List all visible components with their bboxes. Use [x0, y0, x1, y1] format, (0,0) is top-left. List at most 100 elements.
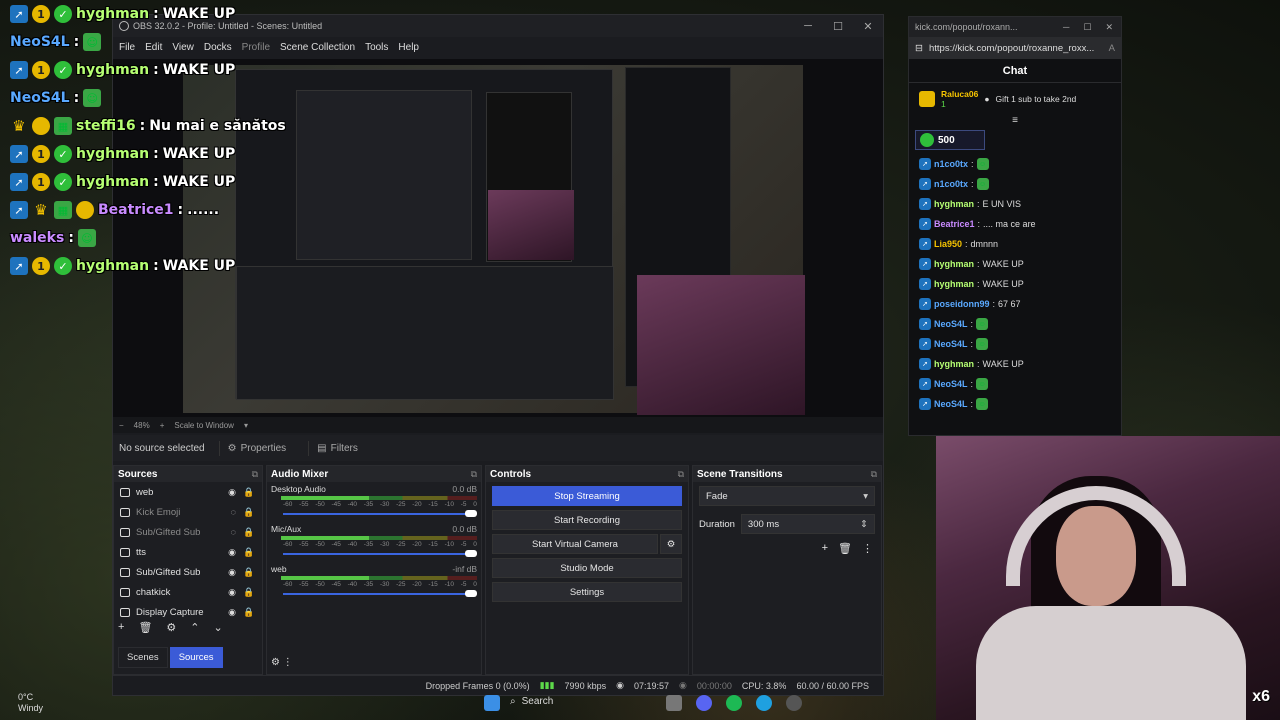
close-button[interactable]: ✕	[853, 20, 883, 33]
windows-start-icon[interactable]	[484, 695, 500, 711]
chat-colon: :	[970, 379, 974, 389]
virtual-camera-settings-button[interactable]: ⚙	[660, 534, 682, 554]
reader-icon[interactable]: A	[1109, 43, 1115, 54]
chat-username[interactable]: n1co0tx	[934, 179, 968, 189]
remove-source-button[interactable]: 🗑	[138, 621, 152, 634]
dock-float-icon[interactable]: ⧉	[678, 469, 684, 480]
move-up-button[interactable]: ⌃	[190, 621, 199, 634]
eye-icon[interactable]: ◉	[228, 587, 236, 598]
zoom-in-button[interactable]: +	[160, 421, 165, 430]
taskbar-search[interactable]: ⌕ Search	[510, 696, 553, 707]
chat-username[interactable]: poseidonn99	[934, 299, 990, 309]
lock-icon[interactable]: 🔒	[242, 567, 256, 578]
filters-button[interactable]: ▤ Filters	[308, 440, 366, 456]
eye-hidden-icon[interactable]: ◌	[231, 507, 236, 517]
stop-streaming-button[interactable]: Stop Streaming	[492, 486, 682, 506]
gift-leaderboard[interactable]: 500	[915, 130, 985, 150]
source-item[interactable]: web ◉ 🔒	[114, 482, 262, 502]
edge-icon[interactable]	[756, 695, 772, 711]
duration-input[interactable]: 300 ms ⇕	[740, 514, 875, 534]
source-settings-button[interactable]: ⚙	[166, 621, 176, 634]
dock-float-icon[interactable]: ⧉	[471, 469, 477, 480]
tab-sources[interactable]: Sources	[169, 647, 223, 668]
source-item[interactable]: tts ◉ 🔒	[114, 542, 262, 562]
eye-icon[interactable]: ◉	[228, 487, 236, 498]
chat-username[interactable]: hyghman	[934, 259, 974, 269]
menu-item-help[interactable]: Help	[398, 42, 419, 53]
chat-username[interactable]: Lia950	[934, 239, 962, 249]
lock-icon[interactable]: 🔒	[242, 607, 256, 618]
minimize-button[interactable]: ─	[793, 20, 823, 33]
obs-taskbar-icon[interactable]	[786, 695, 802, 711]
eye-hidden-icon[interactable]: ◌	[231, 527, 236, 537]
close-button[interactable]: ✕	[1105, 22, 1113, 33]
mixer-settings-button[interactable]: ⚙ ⋮	[271, 657, 293, 668]
chat-username[interactable]: NeoS4L	[934, 319, 968, 329]
dock-float-icon[interactable]: ⧉	[252, 469, 258, 480]
more-options-button[interactable]: ⋮	[862, 542, 873, 555]
channel-db: 0.0 dB	[452, 484, 477, 494]
lock-icon[interactable]: 🔒	[242, 587, 256, 598]
chat-username[interactable]: hyghman	[934, 279, 974, 289]
studio-mode-button[interactable]: Studio Mode	[492, 558, 682, 578]
collapse-icon[interactable]: ≡	[909, 115, 1121, 126]
chat-username[interactable]: n1co0tx	[934, 159, 968, 169]
source-item[interactable]: Sub/Gifted Sub ◌ 🔒	[114, 522, 262, 542]
chat-username[interactable]: hyghman	[934, 199, 974, 209]
taskbar-icons	[484, 695, 500, 711]
volume-slider[interactable]	[283, 550, 477, 558]
source-item[interactable]: Sub/Gifted Sub ◉ 🔒	[114, 562, 262, 582]
move-down-button[interactable]: ⌄	[214, 621, 223, 634]
tab-scenes[interactable]: Scenes	[118, 647, 168, 668]
settings-button[interactable]: Settings	[492, 582, 682, 602]
volume-slider[interactable]	[283, 510, 477, 518]
minimize-button[interactable]: ─	[1063, 22, 1069, 33]
chat-username[interactable]: hyghman	[934, 359, 974, 369]
discord-icon[interactable]	[696, 695, 712, 711]
source-item[interactable]: Kick Emoji ◌ 🔒	[114, 502, 262, 522]
slider-handle[interactable]	[465, 510, 477, 517]
zoom-out-button[interactable]: −	[119, 421, 124, 430]
scale-mode-select[interactable]: Scale to Window	[174, 421, 234, 430]
spotify-icon[interactable]	[726, 695, 742, 711]
scale-tick: -5	[460, 541, 467, 548]
lock-icon[interactable]: 🔒	[242, 547, 256, 558]
lock-icon[interactable]: 🔒	[242, 487, 256, 498]
volume-slider[interactable]	[283, 590, 477, 598]
chat-username: steffi16	[76, 118, 136, 134]
chat-message: 67 67	[998, 299, 1021, 309]
slider-handle[interactable]	[465, 550, 477, 557]
source-item[interactable]: chatkick ◉ 🔒	[114, 582, 262, 602]
properties-button[interactable]: ⚙ Properties	[218, 440, 295, 456]
source-item[interactable]: Display Capture ◉ 🔒	[114, 602, 262, 622]
eye-icon[interactable]: ◉	[228, 547, 236, 558]
eye-icon[interactable]: ◉	[228, 567, 236, 578]
site-info-icon[interactable]: ⊟	[915, 43, 923, 54]
maximize-button[interactable]: ☐	[823, 20, 853, 33]
chevron-down-icon[interactable]: ▾	[244, 421, 248, 430]
transition-select[interactable]: Fade ▾	[699, 486, 875, 506]
remove-transition-button[interactable]: 🗑	[838, 542, 852, 555]
eye-icon[interactable]: ◉	[228, 607, 236, 618]
slider-handle[interactable]	[465, 590, 477, 597]
lock-icon[interactable]: 🔒	[242, 527, 256, 538]
add-transition-button[interactable]: +	[822, 542, 828, 555]
start-virtual-camera-button[interactable]: Start Virtual Camera	[492, 534, 658, 554]
start-recording-button[interactable]: Start Recording	[492, 510, 682, 530]
chat-message-row: ➚ poseidonn99:67 67	[909, 294, 1121, 314]
chat-username[interactable]: NeoS4L	[934, 339, 968, 349]
overlay-chat-line: NeoS4L: ☺	[0, 84, 300, 112]
chat-username[interactable]: Beatrice1	[934, 219, 975, 229]
slider-track	[283, 593, 471, 595]
maximize-button[interactable]: ☐	[1083, 22, 1091, 33]
lock-icon[interactable]: 🔒	[242, 507, 256, 518]
chat-username[interactable]: NeoS4L	[934, 379, 968, 389]
file-explorer-icon[interactable]	[666, 695, 682, 711]
add-source-button[interactable]: +	[118, 621, 124, 634]
address-bar[interactable]: ⊟ https://kick.com/popout/roxanne_roxx..…	[909, 37, 1121, 59]
dock-float-icon[interactable]: ⧉	[871, 469, 877, 480]
menu-item-tools[interactable]: Tools	[365, 42, 388, 53]
chat-colon: :	[977, 219, 981, 229]
weather-widget[interactable]: 0°C Windy	[18, 692, 43, 714]
chat-username[interactable]: NeoS4L	[934, 399, 968, 409]
